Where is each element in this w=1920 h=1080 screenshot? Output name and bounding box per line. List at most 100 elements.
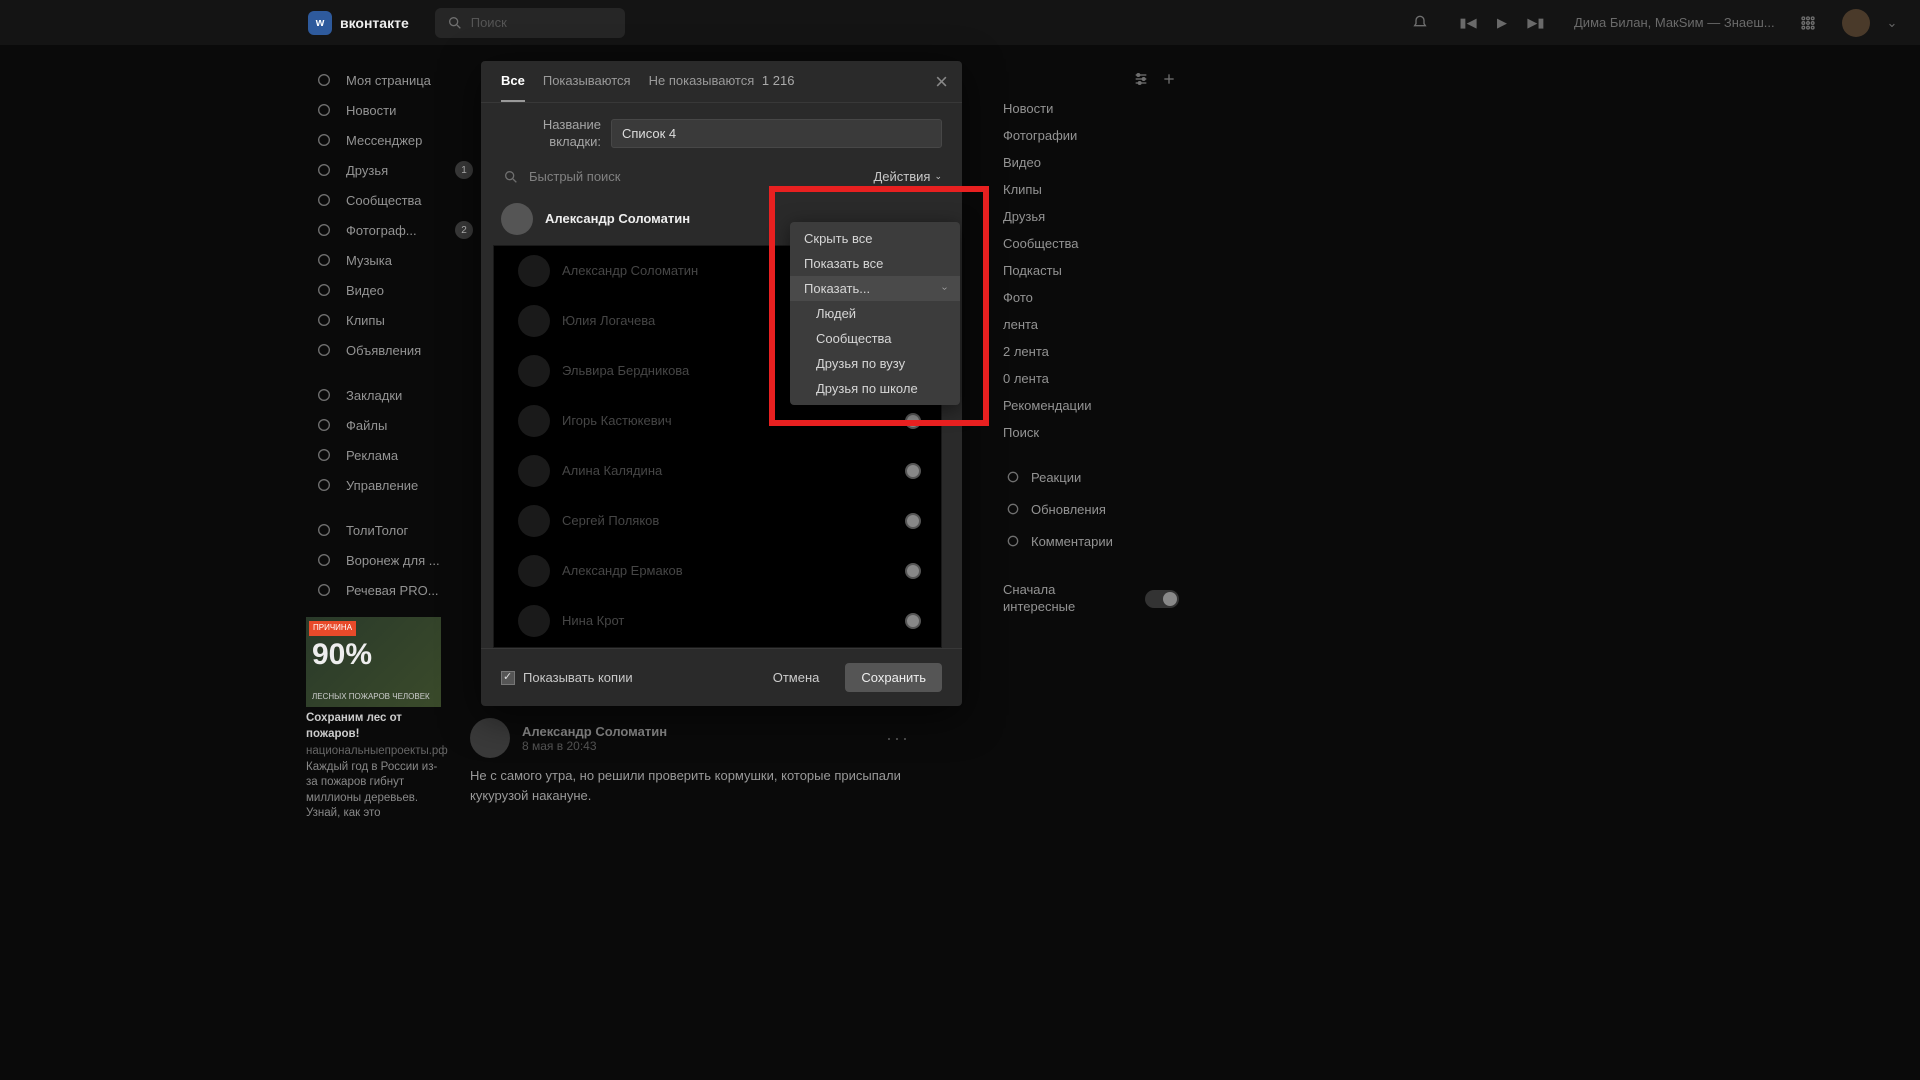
- next-icon[interactable]: ▶▮: [1526, 13, 1546, 33]
- sidebar-item[interactable]: Файлы: [306, 410, 481, 440]
- nav-icon: [314, 190, 334, 210]
- sidebar-item[interactable]: Видео: [306, 275, 481, 305]
- nav-icon: [314, 340, 334, 360]
- avatar: [518, 405, 550, 437]
- actions-dropdown-trigger[interactable]: Действия ⌄: [873, 169, 942, 184]
- nav-icon: [314, 445, 334, 465]
- user-avatar[interactable]: [1842, 9, 1870, 37]
- sidebar-item[interactable]: Фотограф...2: [306, 215, 481, 245]
- list-item[interactable]: Алина Калядина: [514, 446, 933, 496]
- show-copies-label: Показывать копии: [523, 670, 633, 685]
- sidebar-item[interactable]: Объявления: [306, 335, 481, 365]
- radio[interactable]: [905, 463, 921, 479]
- right-nav-item[interactable]: Подкасты: [991, 257, 1191, 284]
- sidebar-item[interactable]: Мессенджер: [306, 125, 481, 155]
- chevron-down-icon[interactable]: ⌄: [1882, 13, 1902, 33]
- radio[interactable]: [905, 513, 921, 529]
- search-placeholder: Поиск: [471, 15, 507, 30]
- post-author[interactable]: Александр Соломатин: [522, 724, 667, 739]
- right-nav-item[interactable]: Обновления: [991, 493, 1191, 525]
- sidebar-item[interactable]: Управление: [306, 470, 481, 500]
- nav-icon: [314, 280, 334, 300]
- tab-all[interactable]: Все: [501, 73, 525, 102]
- nav-icon: [314, 550, 334, 570]
- right-nav-item[interactable]: Видео: [991, 149, 1191, 176]
- right-nav-item[interactable]: Рекомендации: [991, 392, 1191, 419]
- cancel-button[interactable]: Отмена: [757, 663, 836, 692]
- nav-icon: [314, 310, 334, 330]
- nav-icon: [314, 160, 334, 180]
- nav-icon: [314, 70, 334, 90]
- right-nav-item[interactable]: Фото: [991, 284, 1191, 311]
- sidebar-item[interactable]: Сообщества: [306, 185, 481, 215]
- right-nav-item[interactable]: Поиск: [991, 419, 1191, 446]
- right-nav-item[interactable]: Фотографии: [991, 122, 1191, 149]
- post-avatar[interactable]: [470, 718, 510, 758]
- sidebar-item[interactable]: ТолиТолог: [306, 515, 481, 545]
- nav-icon: [314, 250, 334, 270]
- dropdown-item[interactable]: Показать все: [790, 251, 960, 276]
- nav-icon: [314, 580, 334, 600]
- right-nav-item[interactable]: Новости: [991, 95, 1191, 122]
- right-nav-item[interactable]: Друзья: [991, 203, 1191, 230]
- post-menu-icon[interactable]: ···: [886, 728, 910, 749]
- right-nav-item[interactable]: Сообщества: [991, 230, 1191, 257]
- dropdown-item[interactable]: Друзья по вузу: [790, 351, 960, 376]
- tab-name-input[interactable]: [611, 119, 942, 148]
- search-icon: [501, 167, 521, 187]
- promo-sub: национальныепроекты.рф: [306, 744, 441, 760]
- toggle-interesting[interactable]: Сначала интересные: [991, 572, 1191, 626]
- list-item[interactable]: Нина Крот: [514, 596, 933, 646]
- radio[interactable]: [905, 413, 921, 429]
- tab-name-label: Название вкладки:: [501, 117, 601, 151]
- right-nav-item[interactable]: 2 лента: [991, 338, 1191, 365]
- list-item[interactable]: Александр Ермаков: [514, 546, 933, 596]
- avatar: [518, 455, 550, 487]
- sidebar-item[interactable]: Воронеж для ...: [306, 545, 481, 575]
- sidebar-item[interactable]: Реклама: [306, 440, 481, 470]
- promo-block[interactable]: ПРИЧИНА 90% ЛЕСНЫХ ПОЖАРОВ ЧЕЛОВЕК Сохра…: [306, 617, 441, 822]
- apps-icon[interactable]: [1798, 13, 1818, 33]
- dropdown-item[interactable]: Показать...: [790, 276, 960, 301]
- avatar: [518, 255, 550, 287]
- right-nav-item[interactable]: Реакции: [991, 461, 1191, 493]
- search-input[interactable]: Поиск: [435, 8, 625, 38]
- radio[interactable]: [905, 563, 921, 579]
- plus-icon[interactable]: [1159, 69, 1179, 89]
- sidebar-item[interactable]: Друзья1: [306, 155, 481, 185]
- settings-icon[interactable]: [1131, 69, 1151, 89]
- dropdown-item[interactable]: Людей: [790, 301, 960, 326]
- sidebar-item[interactable]: Музыка: [306, 245, 481, 275]
- tab-shown[interactable]: Показываются: [543, 73, 631, 102]
- nav-icon: [314, 475, 334, 495]
- toggle-switch[interactable]: [1145, 590, 1179, 608]
- logo[interactable]: w вконтакте: [308, 11, 409, 35]
- tab-hidden[interactable]: Не показываются 1 216: [649, 73, 795, 102]
- promo-image: ПРИЧИНА 90% ЛЕСНЫХ ПОЖАРОВ ЧЕЛОВЕК: [306, 617, 441, 707]
- nav-icon: [314, 130, 334, 150]
- sidebar-item[interactable]: Закладки: [306, 380, 481, 410]
- save-button[interactable]: Сохранить: [845, 663, 942, 692]
- right-nav-item[interactable]: Клипы: [991, 176, 1191, 203]
- dropdown-item[interactable]: Сообщества: [790, 326, 960, 351]
- play-icon[interactable]: ▶: [1492, 13, 1512, 33]
- dropdown-item[interactable]: Скрыть все: [790, 226, 960, 251]
- right-nav-item[interactable]: лента: [991, 311, 1191, 338]
- prev-icon[interactable]: ▮◀: [1458, 13, 1478, 33]
- sidebar-item[interactable]: Моя страница: [306, 65, 481, 95]
- right-nav-item[interactable]: 0 лента: [991, 365, 1191, 392]
- close-icon[interactable]: ×: [935, 69, 948, 95]
- actions-dropdown: Скрыть всеПоказать всеПоказать...ЛюдейСо…: [790, 222, 960, 405]
- right-nav-item[interactable]: Комментарии: [991, 525, 1191, 557]
- quick-search[interactable]: Быстрый поиск: [501, 167, 873, 187]
- list-item[interactable]: Сергей Поляков: [514, 496, 933, 546]
- show-copies-checkbox[interactable]: [501, 671, 515, 685]
- bell-icon[interactable]: [1410, 13, 1430, 33]
- radio[interactable]: [905, 613, 921, 629]
- sidebar-item[interactable]: Речевая PRO...: [306, 575, 481, 605]
- dropdown-item[interactable]: Друзья по школе: [790, 376, 960, 401]
- avatar: [518, 605, 550, 637]
- sidebar-item[interactable]: Клипы: [306, 305, 481, 335]
- sidebar-item[interactable]: Новости: [306, 95, 481, 125]
- now-playing[interactable]: Дима Билан, МакSим — Знаеш...: [1574, 15, 1774, 30]
